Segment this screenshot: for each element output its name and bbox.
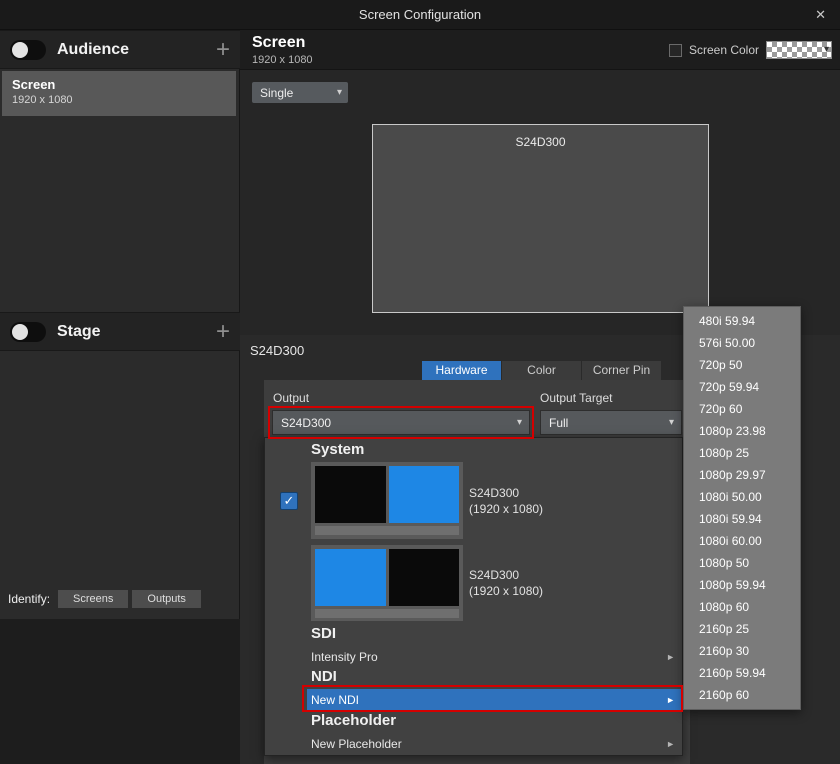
identify-outputs-button[interactable]: Outputs: [132, 590, 201, 608]
screen-item-subtitle: 1920 x 1080: [12, 94, 226, 106]
submenu-item-resolution[interactable]: 2160p 25: [684, 618, 800, 640]
submenu-item-resolution[interactable]: 2160p 59.94: [684, 662, 800, 684]
submenu-item-resolution[interactable]: 1080i 59.94: [684, 508, 800, 530]
secondary-display-shape: [315, 466, 386, 523]
audience-label: Audience: [57, 41, 129, 59]
submenu-arrow-icon: ►: [666, 695, 675, 705]
page-subtitle: 1920 x 1080: [252, 54, 313, 66]
submenu-item-resolution[interactable]: 1080p 60: [684, 596, 800, 618]
sidebar: Audience + Screen 1920 x 1080 Stage + Id…: [0, 30, 240, 619]
screen-configuration-window: Screen Configuration ✕ Audience + Screen…: [0, 0, 840, 764]
submenu-item-resolution[interactable]: 1080p 29.97: [684, 464, 800, 486]
identify-label: Identify:: [8, 592, 50, 606]
output-target-dropdown[interactable]: Full ▾: [540, 410, 682, 435]
submenu-arrow-icon: ►: [666, 652, 675, 662]
chevron-down-icon: ▾: [337, 87, 342, 98]
display-arrangement-thumbnail-black-blue: [311, 462, 463, 539]
stage-section-header: Stage +: [0, 312, 240, 351]
new-ndi-label: New NDI: [311, 693, 359, 707]
resolution-submenu: 480i 59.94 576i 50.00 720p 50 720p 59.94…: [683, 306, 801, 710]
display-arrangement-thumbnail-blue-black: [311, 545, 463, 621]
submenu-item-resolution[interactable]: 576i 50.00: [684, 332, 800, 354]
chevron-down-icon: ▾: [669, 417, 674, 428]
submenu-item-resolution[interactable]: 720p 60: [684, 398, 800, 420]
arrangement-value: Single: [260, 86, 293, 100]
menu-header-ndi: NDI: [311, 668, 337, 685]
checked-checkbox-icon[interactable]: ✓: [280, 492, 298, 510]
chevron-down-icon: ▾: [517, 417, 522, 428]
secondary-display-shape: [389, 549, 460, 606]
display-1-resolution: (1920 x 1080): [469, 501, 543, 517]
main-header: Screen 1920 x 1080 Screen Color ▾: [240, 30, 840, 70]
submenu-item-resolution[interactable]: 1080p 50: [684, 552, 800, 574]
selected-display-shape: [389, 466, 460, 523]
new-placeholder-label: New Placeholder: [311, 737, 402, 751]
output-label: Output: [273, 391, 309, 405]
intensity-pro-label: Intensity Pro: [311, 650, 378, 664]
toggle-knob: [12, 42, 28, 58]
menu-header-system: System: [311, 441, 364, 458]
submenu-item-resolution[interactable]: 1080i 50.00: [684, 486, 800, 508]
display-2-name: S24D300: [469, 567, 543, 583]
display-2-resolution: (1920 x 1080): [469, 583, 543, 599]
add-stage-screen-button[interactable]: +: [216, 322, 230, 342]
arrangement-dropdown[interactable]: Single ▾: [252, 82, 348, 103]
tab-color[interactable]: Color: [502, 361, 581, 380]
stage-label: Stage: [57, 323, 101, 341]
submenu-item-resolution[interactable]: 1080i 60.00: [684, 530, 800, 552]
stage-toggle[interactable]: [10, 322, 46, 342]
submenu-arrow-icon: ►: [666, 739, 675, 749]
submenu-item-resolution[interactable]: 480i 59.94: [684, 310, 800, 332]
screen-color-group: Screen Color ▾: [669, 41, 832, 59]
config-tabs: Hardware Color Corner Pin: [422, 361, 661, 380]
menu-item-intensity-pro[interactable]: Intensity Pro ►: [307, 647, 683, 667]
output-target-value: Full: [549, 416, 568, 430]
submenu-item-resolution[interactable]: 720p 50: [684, 354, 800, 376]
identify-screens-button[interactable]: Screens: [58, 590, 128, 608]
thumbnail-bar: [315, 609, 459, 618]
submenu-item-resolution[interactable]: 1080p 25: [684, 442, 800, 464]
output-value: S24D300: [281, 416, 331, 430]
submenu-item-resolution[interactable]: 1080p 59.94: [684, 574, 800, 596]
output-dropdown-menu: System ✓ S24D300 (1920 x 1080) S24D300 (…: [264, 437, 683, 756]
output-dropdown[interactable]: S24D300 ▾: [272, 410, 530, 435]
screen-preview-area: Single ▾ S24D300: [240, 70, 840, 335]
display-1-label: S24D300 (1920 x 1080): [469, 485, 543, 517]
tab-corner-pin[interactable]: Corner Pin: [582, 361, 661, 380]
menu-item-system-display-2[interactable]: S24D300 (1920 x 1080): [311, 545, 671, 621]
identify-row: Identify: Screens Outputs: [8, 590, 201, 608]
window-title: Screen Configuration: [0, 0, 840, 30]
thumbnail-bar: [315, 526, 459, 535]
menu-item-new-placeholder[interactable]: New Placeholder ►: [307, 734, 683, 754]
display-1-name: S24D300: [469, 485, 543, 501]
menu-header-sdi: SDI: [311, 625, 336, 642]
config-section-title: S24D300: [250, 343, 304, 358]
screen-color-label: Screen Color: [689, 43, 759, 57]
selected-display-shape: [315, 549, 386, 606]
tab-hardware[interactable]: Hardware: [422, 361, 501, 380]
screen-color-checkbox[interactable]: [669, 44, 682, 57]
toggle-knob: [12, 324, 28, 340]
submenu-item-resolution[interactable]: 1080p 23.98: [684, 420, 800, 442]
page-title: Screen: [252, 34, 305, 52]
screen-color-swatch[interactable]: ▾: [766, 41, 832, 59]
menu-header-placeholder: Placeholder: [311, 712, 396, 729]
preview-monitor-label: S24D300: [373, 135, 708, 149]
submenu-item-resolution[interactable]: 2160p 60: [684, 684, 800, 706]
audience-section-header: Audience +: [0, 30, 240, 69]
titlebar: Screen Configuration ✕: [0, 0, 840, 30]
audience-toggle[interactable]: [10, 40, 46, 60]
close-icon[interactable]: ✕: [815, 0, 826, 30]
screen-item-title: Screen: [12, 77, 226, 92]
chevron-down-icon: ▾: [824, 42, 829, 58]
output-target-label: Output Target: [540, 391, 613, 405]
menu-item-system-display-1[interactable]: S24D300 (1920 x 1080): [311, 462, 671, 539]
add-audience-screen-button[interactable]: +: [216, 40, 230, 60]
sidebar-item-screen[interactable]: Screen 1920 x 1080: [2, 71, 236, 116]
display-2-label: S24D300 (1920 x 1080): [469, 567, 543, 599]
screen-preview-rect[interactable]: S24D300: [372, 124, 709, 313]
menu-item-new-ndi[interactable]: New NDI ►: [307, 689, 683, 710]
submenu-item-resolution[interactable]: 2160p 30: [684, 640, 800, 662]
submenu-item-resolution[interactable]: 720p 59.94: [684, 376, 800, 398]
